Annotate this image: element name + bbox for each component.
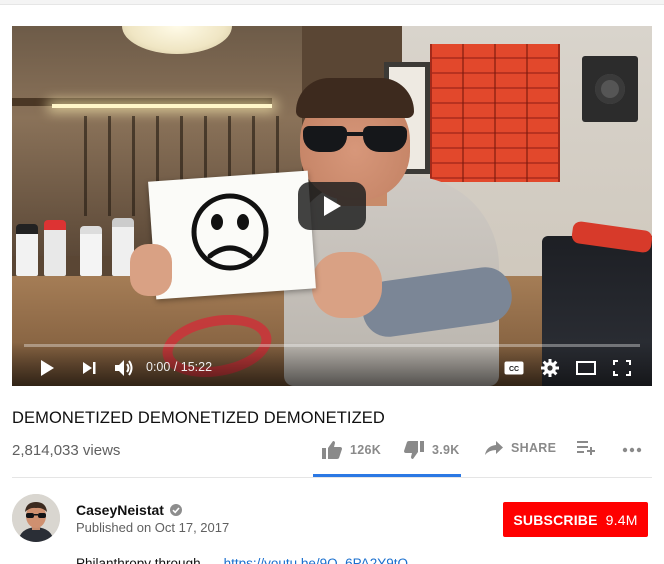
channel-name: CaseyNeistat <box>76 502 164 518</box>
dislike-button[interactable]: 3.9K <box>404 441 460 459</box>
fullscreen-button[interactable] <box>610 356 634 380</box>
more-icon <box>622 447 642 453</box>
progress-bar[interactable] <box>24 344 640 347</box>
volume-button[interactable] <box>112 356 136 380</box>
next-icon <box>83 362 96 374</box>
share-button[interactable]: SHARE <box>485 441 556 455</box>
share-icon <box>485 441 503 455</box>
scene-speaker <box>582 56 638 122</box>
add-to-playlist-button[interactable] <box>577 441 595 455</box>
avatar-image <box>12 494 60 542</box>
volume-icon <box>115 360 133 376</box>
description-text: Philanthropy through ... <box>76 556 216 564</box>
next-button[interactable] <box>78 356 100 380</box>
captions-icon: CC <box>504 361 524 375</box>
thumbs-down-icon <box>404 441 424 459</box>
scene-red-drawers <box>430 44 560 182</box>
scene-person-left-hand <box>130 244 172 296</box>
subscribe-button[interactable]: SUBSCRIBE 9.4M <box>503 502 648 537</box>
dislike-count: 3.9K <box>432 443 460 457</box>
like-count: 126K <box>350 443 382 457</box>
duration: 15:22 <box>180 360 213 374</box>
scene-sunglasses <box>295 126 415 152</box>
captions-button[interactable]: CC <box>502 356 526 380</box>
subscriber-count: 9.4M <box>605 511 638 528</box>
description: Philanthropy through ... https://youtu.be… <box>76 556 408 564</box>
scene-person-hand <box>312 252 382 318</box>
sad-face-drawing <box>191 193 269 271</box>
play-icon <box>324 196 341 216</box>
verified-icon <box>169 504 182 516</box>
current-time: 0:00 <box>146 360 171 374</box>
svg-text:CC: CC <box>509 366 519 373</box>
playlist-add-icon <box>577 441 595 455</box>
share-label: SHARE <box>511 441 557 455</box>
like-button[interactable]: 126K <box>322 441 381 459</box>
theater-mode-button[interactable] <box>574 356 598 380</box>
view-count: 2,814,033 views <box>12 442 121 459</box>
page-top-border <box>0 0 664 5</box>
divider <box>12 477 652 478</box>
player-controls: 0:00 / 15:22 CC <box>12 342 652 386</box>
theater-mode-icon <box>576 361 596 375</box>
more-actions-button[interactable] <box>622 447 642 453</box>
large-play-button[interactable] <box>298 182 366 230</box>
channel-name-link[interactable]: CaseyNeistat <box>76 502 182 518</box>
channel-avatar[interactable] <box>12 494 60 542</box>
play-control[interactable] <box>36 356 58 380</box>
settings-button[interactable] <box>538 356 562 380</box>
fullscreen-icon <box>613 360 631 376</box>
time-display: 0:00 / 15:22 <box>146 360 212 374</box>
play-icon <box>41 360 54 376</box>
scene-person-hair <box>296 78 414 118</box>
scene-light-strip <box>52 104 272 108</box>
subscribe-label: SUBSCRIBE <box>513 511 598 528</box>
video-title: DEMONETIZED DEMONETIZED DEMONETIZED <box>12 409 385 427</box>
published-date: Published on Oct 17, 2017 <box>76 520 230 535</box>
time-separator: / <box>170 360 181 374</box>
settings-icon <box>541 359 559 377</box>
description-link[interactable]: https://youtu.be/9O_6PA2Y9tQ <box>224 556 408 564</box>
thumbs-up-icon <box>322 441 342 459</box>
video-player[interactable]: 0:00 / 15:22 CC <box>12 26 652 386</box>
